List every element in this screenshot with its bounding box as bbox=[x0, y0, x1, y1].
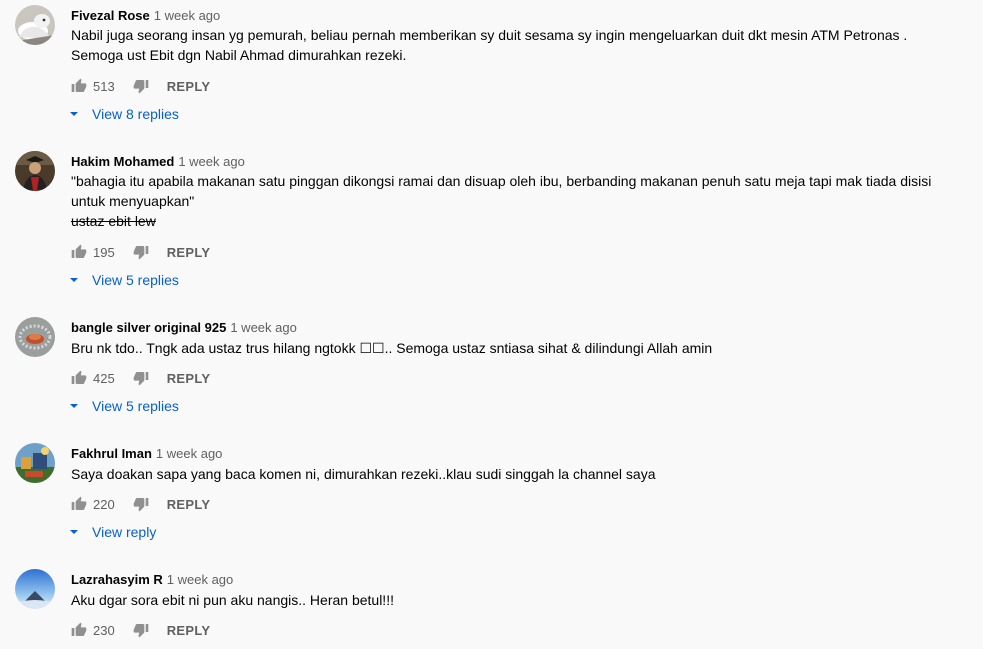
thumbs-up-icon[interactable] bbox=[71, 622, 87, 638]
comment-text-line: Nabil juga seorang insan yg pemurah, bel… bbox=[71, 27, 908, 43]
comment-time[interactable]: 1 week ago bbox=[167, 572, 234, 587]
thumbs-up-icon[interactable] bbox=[71, 78, 87, 94]
comment-actions: 425 REPLY bbox=[71, 368, 210, 388]
caret-down-icon bbox=[69, 401, 79, 411]
view-replies-button[interactable]: View 8 replies bbox=[69, 104, 179, 124]
comment-time[interactable]: 1 week ago bbox=[154, 8, 221, 23]
comment-actions: 220 REPLY bbox=[71, 494, 210, 514]
reply-button[interactable]: REPLY bbox=[167, 245, 211, 260]
reply-button[interactable]: REPLY bbox=[167, 623, 211, 638]
comment-time[interactable]: 1 week ago bbox=[230, 320, 297, 335]
comment-text-line: Aku dgar sora ebit ni pun aku nangis.. H… bbox=[71, 592, 394, 608]
comment-author[interactable]: Fakhrul Iman bbox=[71, 446, 152, 461]
caret-down-icon bbox=[69, 527, 79, 537]
comment-time[interactable]: 1 week ago bbox=[156, 446, 223, 461]
thumbs-down-icon[interactable] bbox=[133, 244, 149, 260]
like-count: 220 bbox=[93, 496, 115, 512]
like-count: 513 bbox=[93, 78, 115, 94]
comment-author[interactable]: Fivezal Rose bbox=[71, 8, 150, 23]
view-replies-button[interactable]: View 5 replies bbox=[69, 396, 179, 416]
avatar[interactable] bbox=[15, 443, 55, 483]
comment-header: Fakhrul Iman 1 week ago bbox=[71, 445, 222, 463]
view-replies-label: View 5 replies bbox=[92, 272, 179, 288]
comment-author[interactable]: Hakim Mohamed bbox=[71, 154, 174, 169]
thumbs-down-icon[interactable] bbox=[133, 496, 149, 512]
view-replies-label: View reply bbox=[92, 524, 157, 540]
avatar[interactable] bbox=[15, 317, 55, 357]
reply-button[interactable]: REPLY bbox=[167, 371, 211, 386]
comment-text-line: untuk menyuapkan" bbox=[71, 193, 195, 209]
thumbs-up-icon[interactable] bbox=[71, 244, 87, 260]
view-replies-label: View 5 replies bbox=[92, 398, 179, 414]
thumbs-down-icon[interactable] bbox=[133, 370, 149, 386]
view-replies-label: View 8 replies bbox=[92, 106, 179, 122]
comment-text: "bahagia itu apabila makanan satu pingga… bbox=[71, 171, 951, 231]
reply-button[interactable]: REPLY bbox=[167, 79, 211, 94]
avatar[interactable] bbox=[15, 569, 55, 609]
thumbs-up-icon[interactable] bbox=[71, 370, 87, 386]
view-replies-button[interactable]: View 5 replies bbox=[69, 270, 179, 290]
comment-actions: 195 REPLY bbox=[71, 242, 210, 262]
like-count: 230 bbox=[93, 622, 115, 638]
comment-text: Bru nk tdo.. Tngk ada ustaz trus hilang … bbox=[71, 338, 951, 358]
view-replies-button[interactable]: View reply bbox=[69, 522, 156, 542]
like-count: 425 bbox=[93, 370, 115, 386]
caret-down-icon bbox=[69, 275, 79, 285]
thumbs-up-icon[interactable] bbox=[71, 496, 87, 512]
reply-button[interactable]: REPLY bbox=[167, 497, 211, 512]
comment-actions: 513 REPLY bbox=[71, 76, 210, 96]
comment-text-line: Saya doakan sapa yang baca komen ni, dim… bbox=[71, 466, 656, 482]
comment-actions: 230 REPLY bbox=[71, 620, 210, 640]
comment-strike-line: ustaz ebit lew bbox=[71, 213, 156, 229]
comment-time[interactable]: 1 week ago bbox=[178, 154, 245, 169]
comment-header: Hakim Mohamed 1 week ago bbox=[71, 153, 245, 171]
avatar[interactable] bbox=[15, 151, 55, 191]
comment-header: Lazrahasyim R 1 week ago bbox=[71, 571, 233, 589]
comment-header: Fivezal Rose 1 week ago bbox=[71, 7, 220, 25]
like-count: 195 bbox=[93, 244, 115, 260]
comment-text-line: Bru nk tdo.. Tngk ada ustaz trus hilang … bbox=[71, 340, 713, 356]
comment-author[interactable]: Lazrahasyim R bbox=[71, 572, 163, 587]
avatar[interactable] bbox=[15, 5, 55, 45]
comment-text: Aku dgar sora ebit ni pun aku nangis.. H… bbox=[71, 590, 951, 610]
comment-header: bangle silver original 925 1 week ago bbox=[71, 319, 297, 337]
caret-down-icon bbox=[69, 109, 79, 119]
comment-text: Saya doakan sapa yang baca komen ni, dim… bbox=[71, 464, 951, 484]
comment-text-line: Semoga ust Ebit dgn Nabil Ahmad dimurahk… bbox=[71, 47, 407, 63]
thumbs-down-icon[interactable] bbox=[133, 622, 149, 638]
comment-text-line: "bahagia itu apabila makanan satu pingga… bbox=[71, 173, 932, 189]
comment-text: Nabil juga seorang insan yg pemurah, bel… bbox=[71, 25, 951, 65]
comment-author[interactable]: bangle silver original 925 bbox=[71, 320, 226, 335]
thumbs-down-icon[interactable] bbox=[133, 78, 149, 94]
